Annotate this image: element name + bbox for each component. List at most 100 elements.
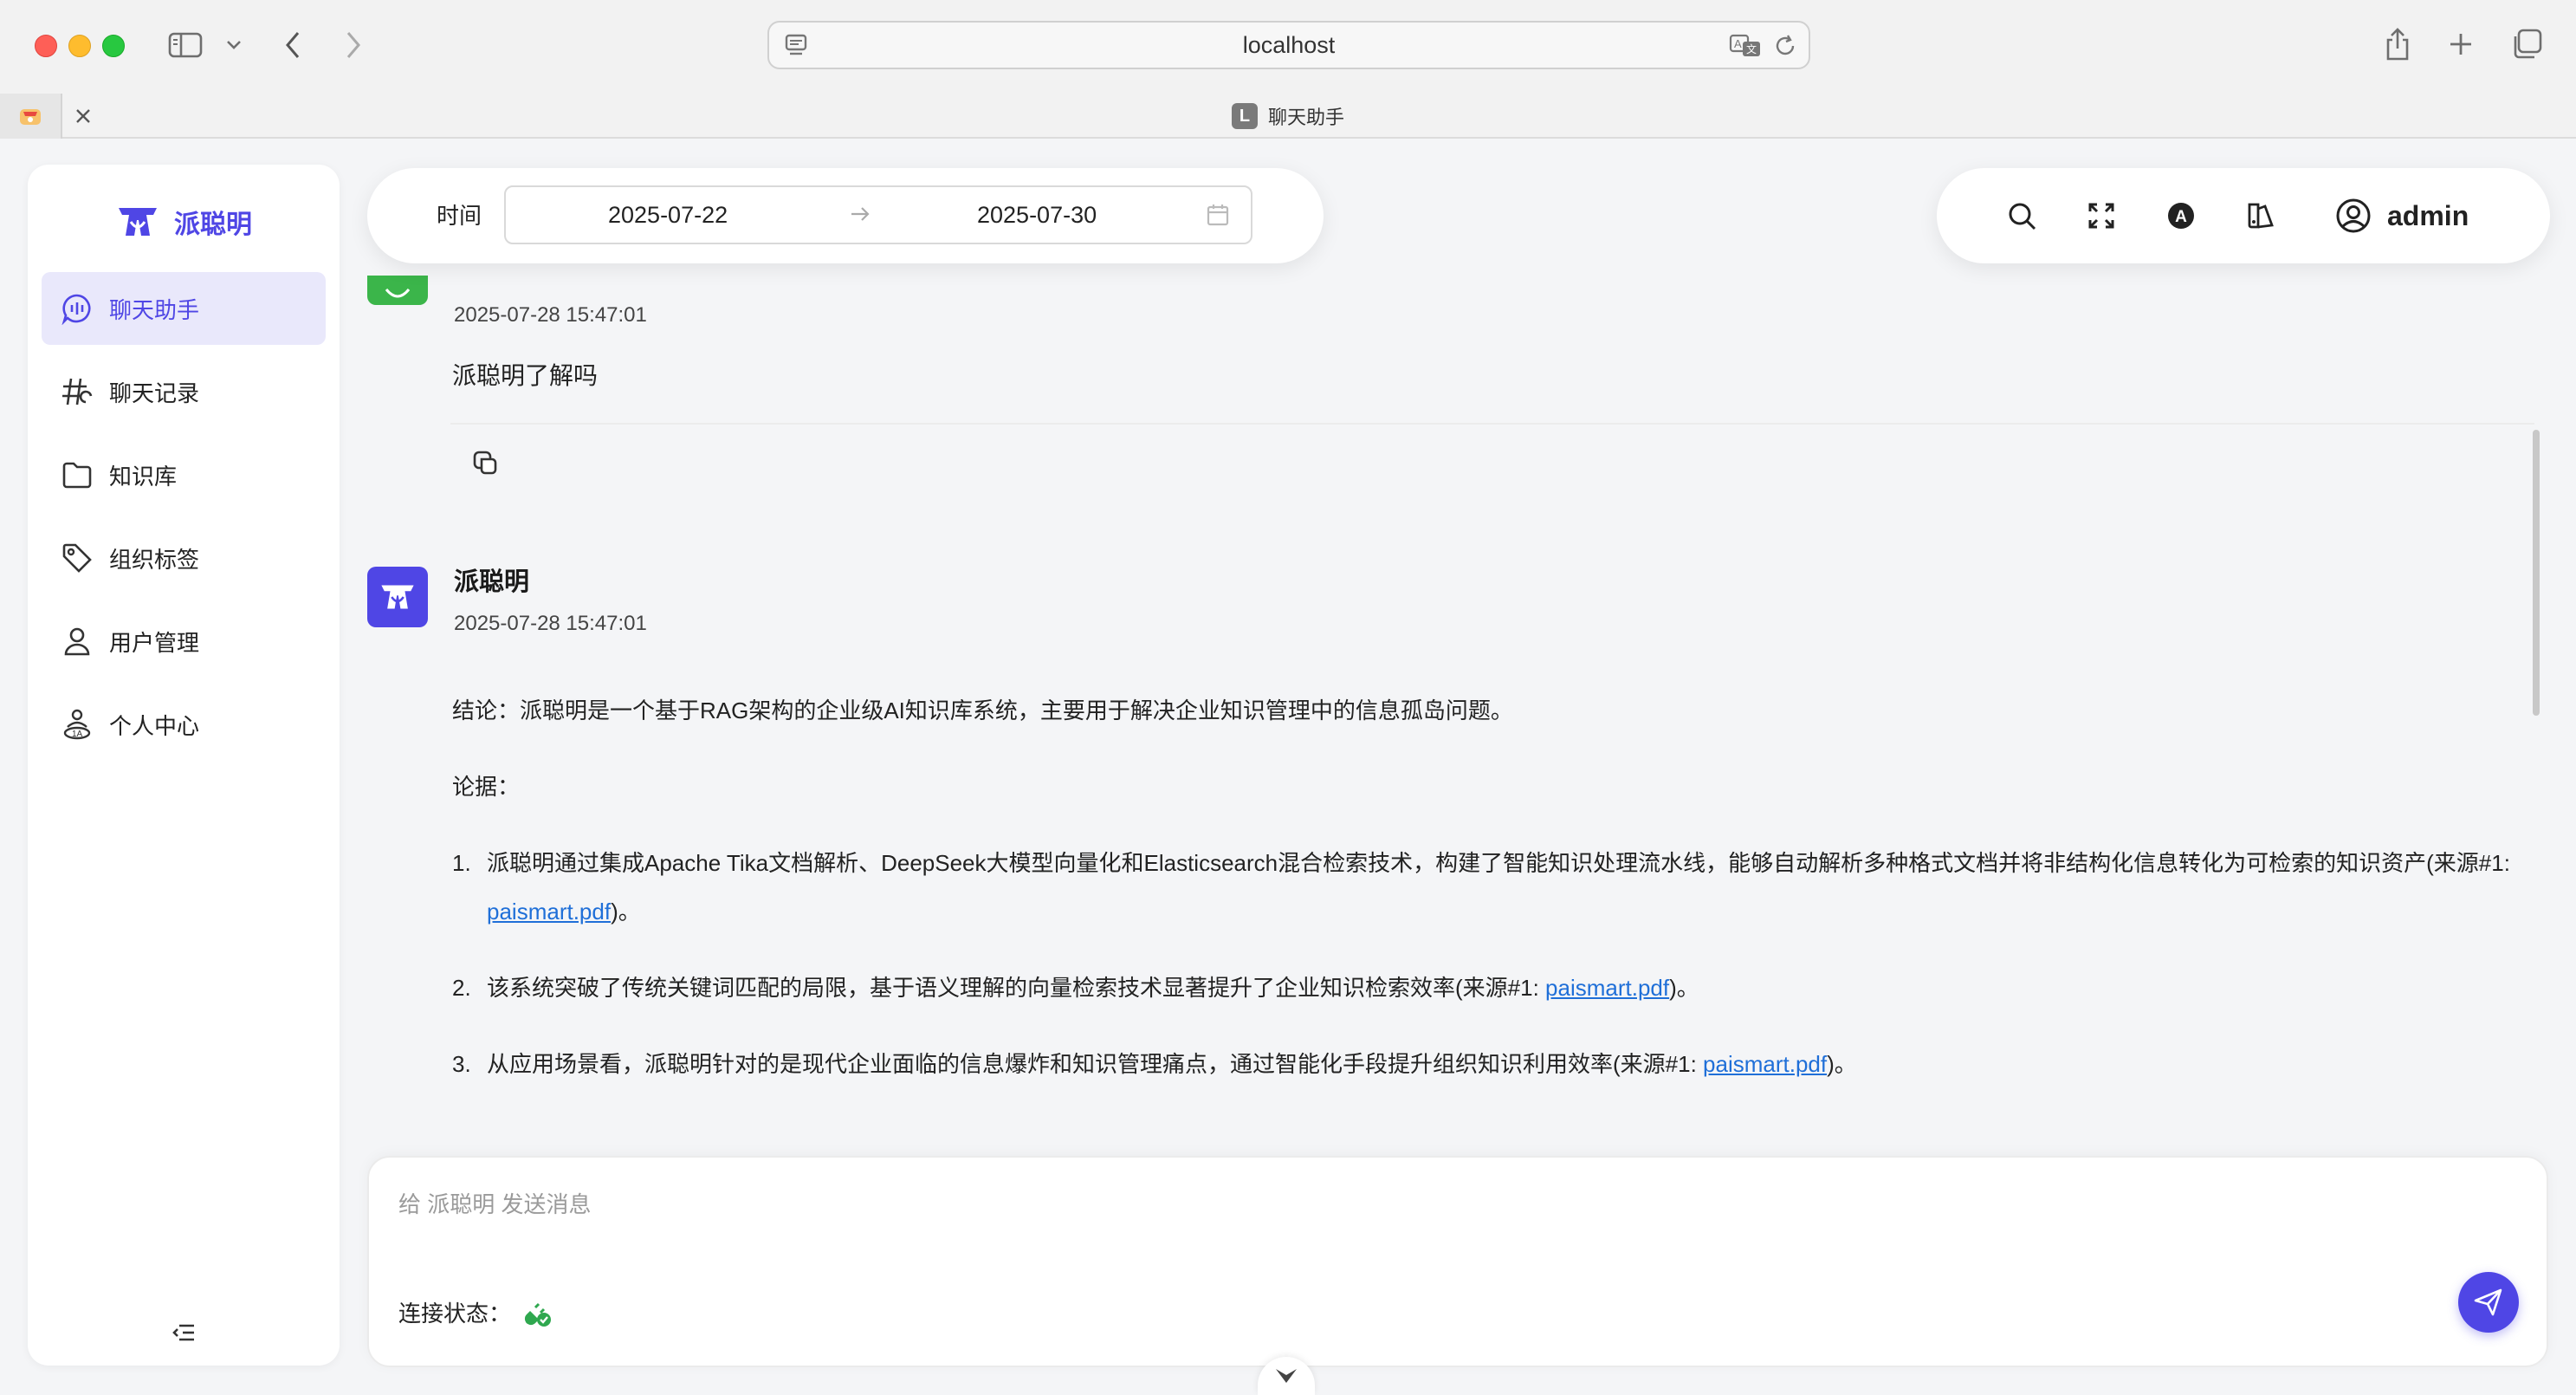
list-number: 1. bbox=[452, 850, 471, 876]
hash-icon bbox=[62, 378, 93, 406]
date-range-picker[interactable]: 2025-07-22 2025-07-30 bbox=[504, 185, 1252, 244]
list-item: 3. 从应用场景看，派聪明针对的是现代企业面临的信息爆炸和知识管理痛点，通过智能化… bbox=[452, 1040, 2548, 1088]
back-icon[interactable] bbox=[279, 28, 307, 62]
search-icon bbox=[2009, 203, 2036, 230]
source-link[interactable]: paismart.pdf bbox=[1703, 1051, 1827, 1077]
minimize-window-button[interactable] bbox=[68, 35, 91, 57]
answer-points: 1. 派聪明通过集成Apache Tika文档解析、DeepSeek大模型向量化和… bbox=[452, 839, 2548, 1088]
bot-logo-icon bbox=[381, 585, 414, 609]
search-button[interactable] bbox=[2004, 198, 2039, 233]
person-center-icon: 1A bbox=[63, 709, 91, 740]
tab-bar: L 聊天助手 bbox=[0, 94, 2576, 139]
fullscreen-icon bbox=[2088, 203, 2114, 229]
bot-answer: 结论：派聪明是一个基于RAG架构的企业级AI知识库系统，主要用于解决企业知识管理… bbox=[452, 686, 2548, 1116]
point-text: 该系统突破了传统关键词匹配的局限，基于语义理解的向量检索技术显著提升了企业知识检… bbox=[487, 975, 1546, 1001]
sidebar-item-chat-assistant[interactable]: 聊天助手 bbox=[42, 272, 326, 345]
user-message-avatar bbox=[367, 276, 428, 305]
address-text[interactable]: localhost bbox=[769, 23, 1809, 68]
start-date-input[interactable]: 2025-07-22 bbox=[608, 187, 728, 243]
connection-status-label: 连接状态： bbox=[398, 1301, 512, 1327]
sidebar-item-label: 聊天记录 bbox=[109, 380, 200, 406]
list-number: 3. bbox=[452, 1051, 471, 1077]
bot-message-time: 2025-07-28 15:47:01 bbox=[454, 612, 647, 635]
connected-plug-icon bbox=[524, 1302, 552, 1327]
sidebar-item-user-management[interactable]: 用户管理 bbox=[42, 605, 326, 678]
svg-text:A: A bbox=[2175, 208, 2187, 226]
translate-icon[interactable]: A文 bbox=[1729, 33, 1764, 63]
sidebar-item-knowledge-base[interactable]: 知识库 bbox=[42, 438, 326, 511]
message-divider bbox=[450, 423, 2534, 425]
end-date-input[interactable]: 2025-07-30 bbox=[977, 187, 1097, 243]
list-item: 2. 该系统突破了传统关键词匹配的局限，基于语义理解的向量检索技术显著提升了企业知… bbox=[452, 964, 2548, 1012]
point-text: 派聪明通过集成Apache Tika文档解析、DeepSeek大模型向量化和El… bbox=[487, 850, 2510, 876]
tab-title-text: 聊天助手 bbox=[1267, 107, 1344, 128]
copy-icon bbox=[473, 451, 497, 475]
answer-evidence-label: 论据： bbox=[452, 774, 521, 800]
sidebar-toggle-icon[interactable] bbox=[166, 28, 204, 62]
browser-chrome: localhost A文 L 聊天助手 bbox=[0, 0, 2576, 139]
arrow-right-icon bbox=[849, 203, 871, 230]
user-face-icon bbox=[385, 289, 411, 298]
source-link[interactable]: paismart.pdf bbox=[487, 899, 611, 925]
point-tail: )。 bbox=[1827, 1051, 1857, 1077]
svg-text:A: A bbox=[1734, 37, 1742, 50]
forward-icon[interactable] bbox=[340, 28, 367, 62]
message-input[interactable]: 给 派聪明 发送消息 bbox=[398, 1187, 591, 1219]
brand-name: 派聪明 bbox=[174, 211, 252, 239]
list-item: 1. 派聪明通过集成Apache Tika文档解析、DeepSeek大模型向量化和… bbox=[452, 839, 2548, 936]
calendar-icon[interactable] bbox=[1206, 203, 1230, 231]
tab-overview-icon[interactable] bbox=[2508, 26, 2545, 62]
sidebar-item-label: 知识库 bbox=[109, 463, 178, 490]
tag-icon bbox=[62, 543, 92, 573]
user-menu[interactable]: admin bbox=[2335, 168, 2469, 263]
fullscreen-button[interactable] bbox=[2084, 198, 2119, 233]
folder-icon bbox=[62, 462, 92, 489]
message-composer: 给 派聪明 发送消息 连接状态： bbox=[367, 1156, 2548, 1367]
chat-messages: 2025-07-28 15:47:01 派聪明了解吗 派聪明 2025-07-2… bbox=[367, 276, 2550, 1298]
collapse-menu-icon bbox=[172, 1324, 194, 1341]
brand-logo-icon bbox=[119, 208, 157, 236]
sidebar-item-chat-history[interactable]: 聊天记录 bbox=[42, 355, 326, 428]
list-number: 2. bbox=[452, 975, 471, 1001]
time-label: 时间 bbox=[437, 203, 482, 229]
reload-icon[interactable] bbox=[1772, 33, 1798, 63]
brand[interactable]: 派聪明 bbox=[28, 196, 340, 248]
point-tail: )。 bbox=[1669, 975, 1699, 1001]
new-tab-icon[interactable] bbox=[2444, 28, 2477, 61]
source-link[interactable]: paismart.pdf bbox=[1545, 975, 1669, 1001]
active-tab[interactable]: L 聊天助手 bbox=[0, 99, 2576, 133]
bot-name: 派聪明 bbox=[454, 568, 530, 596]
sidebar-item-label: 用户管理 bbox=[109, 629, 200, 656]
address-bar[interactable]: localhost A文 bbox=[767, 21, 1810, 69]
user-message-text: 派聪明了解吗 bbox=[452, 362, 599, 389]
sidebar-item-label: 组织标签 bbox=[109, 546, 200, 573]
point-tail: )。 bbox=[611, 899, 641, 925]
share-icon[interactable] bbox=[2380, 24, 2415, 64]
user-avatar-icon bbox=[2336, 198, 2371, 233]
copy-button[interactable] bbox=[471, 449, 499, 481]
close-window-button[interactable] bbox=[35, 35, 57, 57]
send-icon bbox=[2474, 1288, 2502, 1316]
chat-bubble-icon bbox=[61, 294, 91, 325]
chevron-down-icon bbox=[1276, 1369, 1297, 1383]
main-area: 时间 2025-07-22 2025-07-30 A admin 2025-07… bbox=[367, 154, 2550, 1395]
connection-status: 连接状态： bbox=[398, 1296, 553, 1328]
theme-button[interactable] bbox=[2243, 198, 2278, 233]
chevron-down-icon[interactable] bbox=[223, 35, 244, 55]
username: admin bbox=[2387, 199, 2469, 231]
collapse-sidebar-button[interactable] bbox=[168, 1317, 199, 1348]
bot-avatar bbox=[367, 567, 428, 627]
svg-text:1A: 1A bbox=[72, 730, 83, 739]
sidebar-item-personal-center[interactable]: 1A 个人中心 bbox=[42, 688, 326, 761]
sidebar-nav: 聊天助手 聊天记录 知识库 组织标签 用户管理 1A 个人中心 bbox=[42, 272, 326, 771]
zoom-window-button[interactable] bbox=[102, 35, 125, 57]
sidebar: 派聪明 聊天助手 聊天记录 知识库 组织标签 用户管理 1A 个人中心 bbox=[28, 165, 340, 1366]
sidebar-item-org-tags[interactable]: 组织标签 bbox=[42, 522, 326, 594]
send-button[interactable] bbox=[2458, 1272, 2519, 1333]
header-toolbar: A admin bbox=[1937, 168, 2550, 263]
time-filter-bar: 时间 2025-07-22 2025-07-30 bbox=[367, 168, 1324, 263]
language-button[interactable]: A bbox=[2164, 198, 2198, 233]
language-icon: A bbox=[2168, 203, 2194, 229]
chat-scrollbar[interactable] bbox=[2533, 430, 2540, 716]
user-icon bbox=[64, 627, 90, 656]
